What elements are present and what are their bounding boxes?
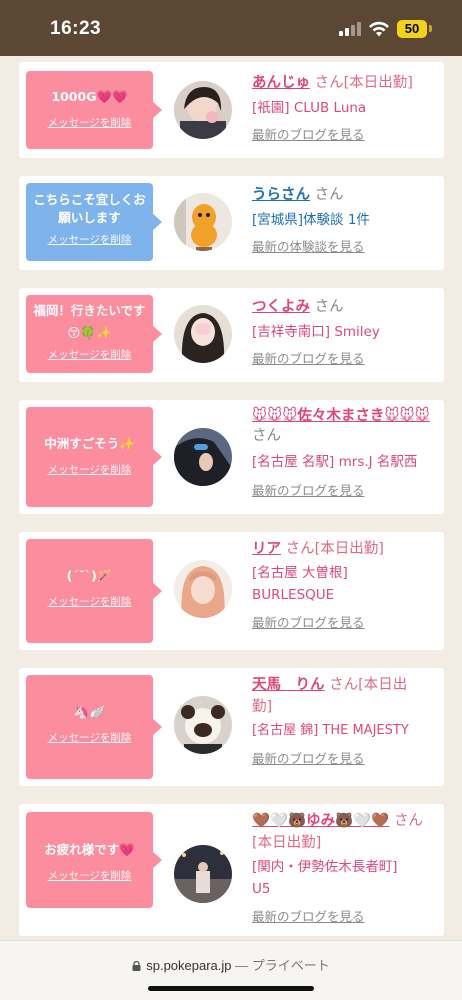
message-card: 福岡！行きたいです😚🍀✨ メッセージを削除 つくよみ さん [吉祥寺南口] Sm… bbox=[19, 288, 444, 382]
avatar[interactable] bbox=[174, 305, 232, 363]
shop-name: [関内・伊勢佐木長者町] U5 bbox=[252, 859, 398, 897]
message-card: 1000G💗💗 メッセージを削除 あんじゅ さん[本日出勤] [祇園] CLUB… bbox=[19, 62, 444, 158]
sender-info: 🐭🐭🐭佐々木まさき🐭🐭🐭 さん [名古屋 名駅] mrs.J 名駅西 最新のブロ… bbox=[252, 406, 440, 499]
sender-status: さん bbox=[314, 187, 344, 203]
avatar-photo bbox=[174, 193, 232, 251]
shop-name: [祇園] CLUB Luna bbox=[252, 100, 367, 116]
message-card: お疲れ様です💗 メッセージを削除 🤎🤍🐻ゆみ🐻🤍🤎 さん[本日出勤] [関内・伊… bbox=[19, 804, 444, 936]
avatar-photo bbox=[174, 428, 232, 486]
sender-name-link[interactable]: つくよみ bbox=[252, 299, 310, 315]
battery-tip bbox=[429, 25, 432, 32]
blog-link[interactable]: 最新のブログを見る bbox=[252, 906, 432, 925]
avatar[interactable] bbox=[174, 81, 232, 139]
blog-link[interactable]: 最新のブログを見る bbox=[252, 612, 440, 631]
blog-link[interactable]: 最新のブログを見る bbox=[252, 748, 442, 767]
sender-status: さん[本日出勤] bbox=[285, 541, 384, 557]
delete-message-link[interactable]: メッセージを削除 bbox=[26, 462, 153, 477]
avatar-photo bbox=[174, 305, 232, 363]
avatar[interactable] bbox=[174, 696, 232, 754]
message-bubble: 福岡！行きたいです😚🍀✨ メッセージを削除 bbox=[26, 295, 162, 373]
sender-info: 🤎🤍🐻ゆみ🐻🤍🤎 さん[本日出勤] [関内・伊勢佐木長者町] U5 最新のブログ… bbox=[252, 810, 432, 925]
message-text: 福岡！行きたいです😚🍀✨ bbox=[33, 303, 146, 340]
sender-info: あんじゅ さん[本日出勤] [祇園] CLUB Luna 最新のブログを見る bbox=[252, 72, 440, 143]
sender-status: さん[本日出勤] bbox=[314, 75, 413, 91]
clock: 16:23 bbox=[50, 18, 102, 39]
message-text: こちらこそ宜しくお願いします bbox=[33, 192, 146, 225]
sender-name-link[interactable]: 🤎🤍🐻ゆみ🐻🤍🤎 bbox=[252, 813, 389, 829]
message-text: 🦄🪽 bbox=[73, 704, 106, 719]
avatar[interactable] bbox=[174, 560, 232, 618]
blog-link[interactable]: 最新の体験談を見る bbox=[252, 236, 440, 255]
sender-info: 天馬 りん さん[本日出勤] [名古屋 錦] THE MAJESTY 最新のブロ… bbox=[252, 674, 442, 767]
battery-indicator: 50 bbox=[397, 20, 427, 38]
status-bar: 16:23 50 bbox=[0, 0, 462, 56]
message-text: お疲れ様です💗 bbox=[44, 842, 135, 857]
message-text: 1000G💗💗 bbox=[51, 89, 128, 104]
sender-name-link[interactable]: 🐭🐭🐭佐々木まさき🐭🐭🐭 bbox=[252, 408, 430, 424]
avatar-photo bbox=[174, 696, 232, 754]
shop-name: [宮城県]体験談 1件 bbox=[252, 212, 370, 228]
lock-icon bbox=[132, 961, 141, 971]
message-card: こちらこそ宜しくお願いします メッセージを削除 うらさん さん [宮城県]体験談… bbox=[19, 176, 444, 270]
sender-name-link[interactable]: リア bbox=[252, 541, 281, 557]
shop-name: [吉祥寺南口] Smiley bbox=[252, 324, 380, 340]
shop-name: [名古屋 大曽根] BURLESQUE bbox=[252, 565, 348, 603]
cellular-signal-icon bbox=[339, 22, 363, 36]
avatar-photo bbox=[174, 560, 232, 618]
message-bubble: 1000G💗💗 メッセージを削除 bbox=[26, 71, 162, 149]
message-card: 中洲すごそう✨ メッセージを削除 🐭🐭🐭佐々木まさき🐭🐭🐭 さん [名古屋 名駅… bbox=[19, 400, 444, 514]
message-bubble: こちらこそ宜しくお願いします メッセージを削除 bbox=[26, 183, 162, 261]
blog-link[interactable]: 最新のブログを見る bbox=[252, 480, 440, 499]
blog-link[interactable]: 最新のブログを見る bbox=[252, 124, 440, 143]
delete-message-link[interactable]: メッセージを削除 bbox=[26, 115, 153, 130]
message-bubble: 🦄🪽 メッセージを削除 bbox=[26, 675, 162, 779]
message-text: 中洲すごそう✨ bbox=[44, 436, 135, 451]
message-text: (´˘`)🪄 bbox=[66, 568, 113, 583]
sender-info: うらさん さん [宮城県]体験談 1件 最新の体験談を見る bbox=[252, 184, 440, 255]
avatar[interactable] bbox=[174, 845, 232, 903]
shop-name: [名古屋 名駅] mrs.J 名駅西 bbox=[252, 454, 418, 470]
delete-message-link[interactable]: メッセージを削除 bbox=[26, 594, 153, 609]
sender-name-link[interactable]: あんじゅ bbox=[252, 75, 310, 91]
sender-name-link[interactable]: 天馬 りん bbox=[252, 677, 325, 693]
message-bubble: お疲れ様です💗 メッセージを削除 bbox=[26, 812, 162, 908]
url-separator: — bbox=[231, 958, 252, 973]
sender-status: さん bbox=[314, 299, 344, 315]
message-card: 🦄🪽 メッセージを削除 天馬 りん さん[本日出勤] [名古屋 錦] THE M… bbox=[19, 668, 444, 786]
sender-info: リア さん[本日出勤] [名古屋 大曽根] BURLESQUE 最新のブログを見… bbox=[252, 538, 440, 631]
avatar[interactable] bbox=[174, 428, 232, 486]
wifi-icon bbox=[369, 21, 389, 37]
delete-message-link[interactable]: メッセージを削除 bbox=[26, 232, 153, 247]
message-bubble: (´˘`)🪄 メッセージを削除 bbox=[26, 539, 162, 643]
avatar[interactable] bbox=[174, 193, 232, 251]
message-bubble: 中洲すごそう✨ メッセージを削除 bbox=[26, 407, 162, 507]
url-text: sp.pokepara.jp bbox=[146, 958, 232, 973]
delete-message-link[interactable]: メッセージを削除 bbox=[26, 730, 153, 745]
sender-name-link[interactable]: うらさん bbox=[252, 187, 310, 203]
sender-status: さん bbox=[252, 428, 281, 444]
avatar-photo bbox=[174, 81, 232, 139]
shop-name: [名古屋 錦] THE MAJESTY bbox=[252, 723, 409, 738]
delete-message-link[interactable]: メッセージを削除 bbox=[26, 347, 153, 362]
home-indicator[interactable] bbox=[148, 986, 314, 991]
sender-info: つくよみ さん [吉祥寺南口] Smiley 最新のブログを見る bbox=[252, 296, 440, 367]
avatar-photo bbox=[174, 845, 232, 903]
message-card: (´˘`)🪄 メッセージを削除 リア さん[本日出勤] [名古屋 大曽根] BU… bbox=[19, 532, 444, 650]
browser-address-bar[interactable]: sp.pokepara.jp — プライベート bbox=[0, 940, 462, 1000]
blog-link[interactable]: 最新のブログを見る bbox=[252, 348, 440, 367]
delete-message-link[interactable]: メッセージを削除 bbox=[26, 868, 153, 883]
private-mode-label: プライベート bbox=[251, 958, 330, 973]
